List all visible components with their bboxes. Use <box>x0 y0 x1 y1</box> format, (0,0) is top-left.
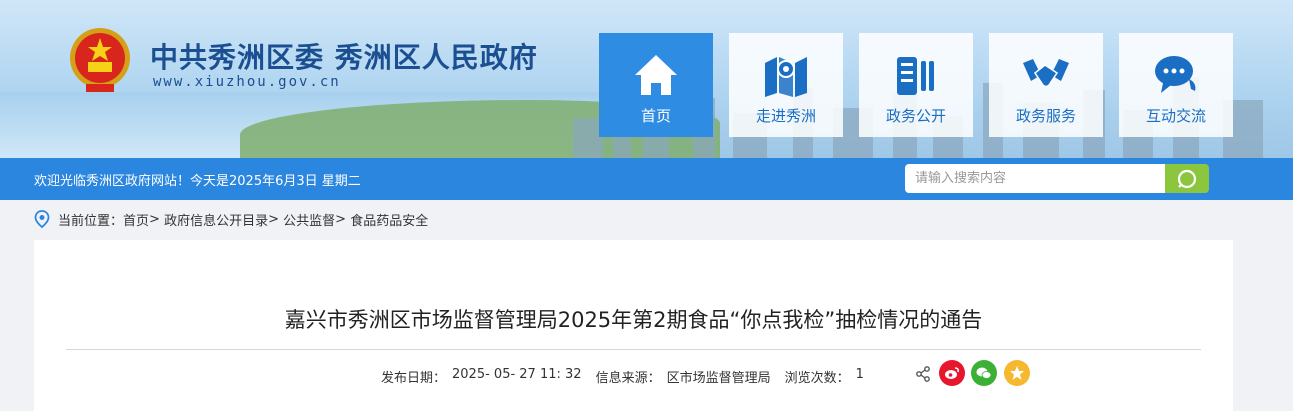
source-value: 区市场监督管理局 <box>666 371 771 386</box>
weibo-icon <box>945 367 959 379</box>
nav-government-services-label: 政务服务 <box>1015 107 1076 125</box>
views-label: 浏览次数： <box>784 371 850 386</box>
welcome-message: 欢迎光临秀洲区政府网站！今天是2025年6月3日 星期二 <box>34 174 361 189</box>
title-divider <box>66 349 1201 350</box>
article-title: 嘉兴市秀洲区市场监督管理局2025年第2期食品“你点我检”抽检情况的通告 <box>284 308 983 332</box>
nav-interaction[interactable]: 互动交流 <box>1119 33 1233 137</box>
breadcrumb-separator: > <box>149 211 160 227</box>
breadcrumb: 当前位置： 首页 > 政府信息公开目录 > 公共监督 > 食品药品安全 <box>34 208 428 230</box>
search-input[interactable] <box>905 164 1165 193</box>
views-count: 1 <box>855 367 864 382</box>
search-icon <box>1177 169 1197 188</box>
breadcrumb-prefix: 当前位置： <box>58 213 124 229</box>
weibo-share-button[interactable] <box>939 360 965 386</box>
publish-date: 2025- 05- 27 11: 32 <box>452 367 582 382</box>
publish-date-label: 发布日期： <box>381 371 447 386</box>
breadcrumb-item-home[interactable]: 首页 <box>123 210 149 229</box>
nav-government-services[interactable]: 政务服务 <box>989 33 1103 137</box>
wechat-icon <box>976 367 992 379</box>
nav-interaction-label: 互动交流 <box>1145 107 1206 125</box>
top-bar: 欢迎光临秀洲区政府网站！今天是2025年6月3日 星期二 <box>0 158 1293 200</box>
wechat-share-button[interactable] <box>971 360 997 386</box>
nav-home[interactable]: 首页 <box>599 33 713 137</box>
qzone-icon <box>1010 366 1024 380</box>
article-card: 嘉兴市秀洲区市场监督管理局2025年第2期食品“你点我检”抽检情况的通告 发布日… <box>34 240 1233 411</box>
header-banner: 中共秀洲区委 秀洲区人民政府 www.xiuzhou.gov.cn 首页 走进秀… <box>0 0 1293 158</box>
source-label: 信息来源： <box>595 371 661 386</box>
nav-about-xiuzhou-label: 走进秀洲 <box>755 107 816 125</box>
share-icon[interactable] <box>915 366 931 382</box>
nav-government-disclosure-label: 政务公开 <box>885 107 946 125</box>
qzone-share-button[interactable] <box>1004 360 1030 386</box>
home-icon <box>635 55 677 95</box>
chat-icon <box>1155 56 1196 93</box>
nav-home-label: 首页 <box>640 107 671 125</box>
breadcrumb-item-public-supervision[interactable]: 公共监督 <box>283 210 335 229</box>
document-icon <box>897 57 934 95</box>
search-button[interactable] <box>1165 164 1209 193</box>
nav-government-disclosure[interactable]: 政务公开 <box>859 33 973 137</box>
site-url: www.xiuzhou.gov.cn <box>153 74 341 90</box>
nav-about-xiuzhou[interactable]: 走进秀洲 <box>729 33 843 137</box>
location-pin-icon <box>34 210 50 228</box>
map-pin-icon <box>765 57 807 97</box>
site-title[interactable]: 中共秀洲区委 秀洲区人民政府 <box>150 36 538 76</box>
breadcrumb-separator: > <box>335 211 347 227</box>
breadcrumb-separator: > <box>268 211 279 227</box>
article-meta: 发布日期： 2025- 05- 27 11: 32 信息来源： 区市场监督管理局… <box>381 367 864 386</box>
breadcrumb-item-food-drug-safety[interactable]: 食品药品安全 <box>350 210 428 229</box>
handshake-icon <box>1023 59 1069 88</box>
national-emblem-icon[interactable] <box>68 26 132 96</box>
breadcrumb-item-disclosure-catalog[interactable]: 政府信息公开目录 <box>164 210 268 229</box>
